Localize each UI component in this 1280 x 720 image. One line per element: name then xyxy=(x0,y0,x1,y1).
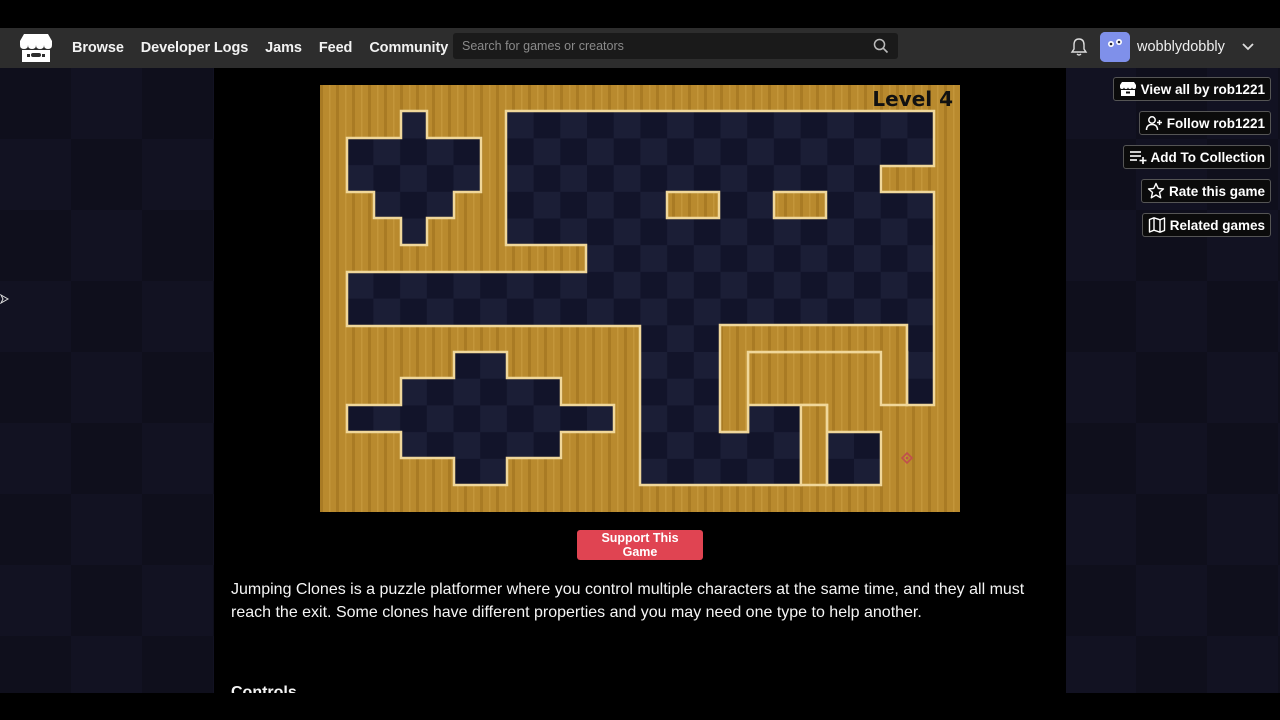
map-icon xyxy=(1148,217,1165,233)
letterbox-bottom xyxy=(0,693,1280,720)
follow-label: Follow rob1221 xyxy=(1166,115,1265,131)
add-to-collection-label: Add To Collection xyxy=(1150,149,1266,165)
itch-logo-icon[interactable] xyxy=(18,31,54,65)
nav-developer-logs[interactable]: Developer Logs xyxy=(141,40,248,56)
nav-feed[interactable]: Feed xyxy=(319,40,353,56)
level-label: Level 4 xyxy=(872,87,953,111)
notification-bell-icon[interactable] xyxy=(1070,37,1088,57)
rate-game-button[interactable]: Rate this game xyxy=(1140,179,1271,203)
mouse-cursor-icon xyxy=(0,294,10,304)
search-box xyxy=(453,33,898,59)
related-games-button[interactable]: Related games xyxy=(1141,213,1271,237)
game-canvas[interactable]: Level 4 xyxy=(320,85,960,512)
search-input[interactable] xyxy=(453,38,864,54)
search-icon[interactable] xyxy=(873,38,889,54)
playlist-add-icon xyxy=(1129,151,1146,164)
chevron-down-icon[interactable] xyxy=(1240,40,1256,54)
add-to-collection-button[interactable]: Add To Collection xyxy=(1122,145,1271,169)
view-all-label: View all by rob1221 xyxy=(1140,81,1265,97)
star-icon xyxy=(1147,182,1165,199)
rate-game-label: Rate this game xyxy=(1168,183,1265,199)
itch-store-icon xyxy=(1119,82,1136,96)
follow-author-button[interactable]: Follow rob1221 xyxy=(1138,111,1271,135)
nav-community[interactable]: Community xyxy=(369,40,448,56)
letterbox-top xyxy=(0,0,1280,28)
support-game-button[interactable]: Support This Game xyxy=(577,530,703,560)
user-plus-icon xyxy=(1145,116,1162,131)
user-avatar[interactable] xyxy=(1100,32,1130,62)
game-actions: View all by rob1221 Follow rob1221 Add T… xyxy=(1112,77,1271,237)
game-description: Jumping Clones is a puzzle platformer wh… xyxy=(231,581,1025,621)
site-header: Browse Developer Logs Jams Feed Communit… xyxy=(0,28,1280,68)
nav-browse[interactable]: Browse xyxy=(72,40,124,56)
view-all-by-author-button[interactable]: View all by rob1221 xyxy=(1112,77,1271,101)
username[interactable]: wobblydobbly xyxy=(1137,39,1225,55)
nav-jams[interactable]: Jams xyxy=(265,40,302,56)
related-games-label: Related games xyxy=(1169,217,1265,233)
main-nav: Browse Developer Logs Jams Feed Communit… xyxy=(72,28,465,68)
